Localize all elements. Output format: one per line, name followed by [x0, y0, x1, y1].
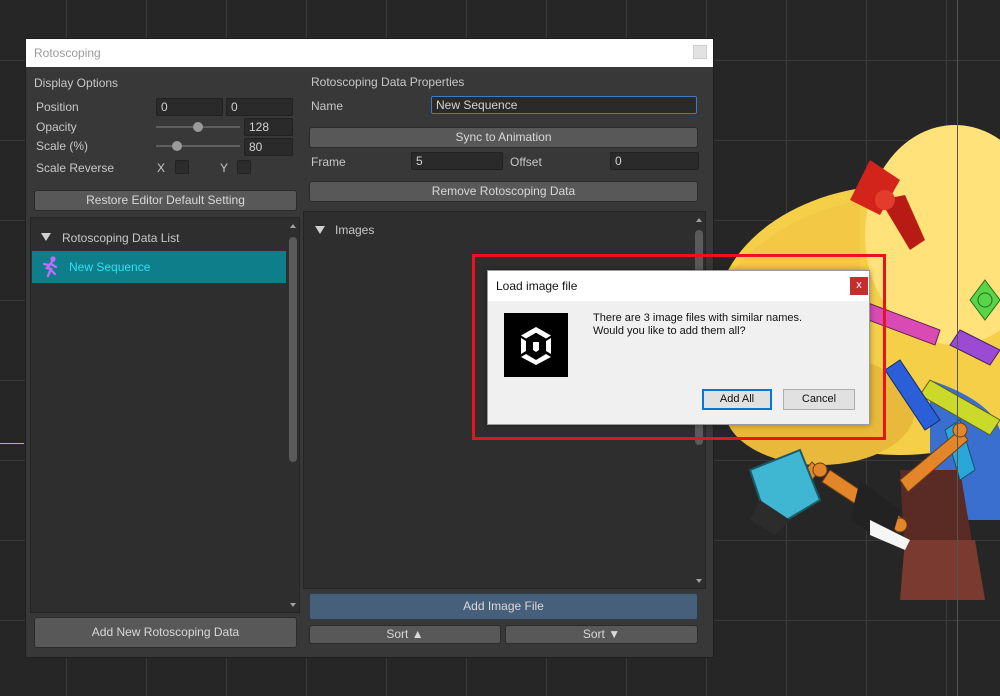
scene-grid-line [957, 0, 958, 696]
add-image-file-button[interactable]: Add Image File [309, 593, 698, 620]
remove-rotoscoping-data-button[interactable]: Remove Rotoscoping Data [309, 181, 698, 202]
scale-reverse-x-label: X [157, 161, 166, 175]
list-item-label: New Sequence [69, 260, 151, 274]
sort-ascending-button[interactable]: Sort ▲ [309, 625, 501, 644]
dialog-message-line2: Would you like to add them all? [593, 325, 746, 337]
sync-to-animation-button[interactable]: Sync to Animation [309, 127, 698, 148]
load-image-dialog: Load image file x There are 3 image file… [487, 270, 870, 425]
position-y-field[interactable]: 0 [226, 98, 293, 116]
unity-cube-icon [521, 327, 551, 365]
scale-label: Scale (%) [36, 139, 89, 153]
frame-label: Frame [311, 155, 346, 169]
opacity-label: Opacity [36, 120, 77, 134]
window-close-button[interactable] [693, 45, 707, 59]
unity-logo-icon [504, 313, 568, 377]
restore-default-button[interactable]: Restore Editor Default Setting [34, 190, 297, 211]
scale-reverse-x-checkbox[interactable] [175, 160, 189, 174]
opacity-slider-handle[interactable] [193, 122, 203, 132]
scale-reverse-label: Scale Reverse [36, 161, 115, 175]
images-header: Images [335, 223, 375, 237]
properties-header: Rotoscoping Data Properties [311, 75, 465, 89]
dialog-title: Load image file [496, 279, 578, 293]
scale-slider-track[interactable] [156, 145, 240, 147]
animation-sequence-icon [42, 256, 58, 278]
cancel-button[interactable]: Cancel [783, 389, 855, 410]
data-list-header: Rotoscoping Data List [62, 231, 180, 245]
offset-label: Offset [510, 155, 542, 169]
scene-guide-line [0, 443, 24, 444]
dialog-close-button[interactable]: x [850, 277, 868, 295]
character-legs [748, 448, 910, 550]
display-options-header: Display Options [34, 76, 119, 90]
scale-reverse-y-label: Y [220, 161, 229, 175]
scale-slider-handle[interactable] [172, 141, 182, 151]
sort-up-icon: ▲ [411, 627, 424, 641]
window-titlebar[interactable]: Rotoscoping [26, 39, 713, 67]
window-title: Rotoscoping [34, 46, 101, 60]
scale-reverse-y-checkbox[interactable] [237, 160, 251, 174]
sort-ascending-label: Sort [386, 627, 409, 641]
dialog-message-line1: There are 3 image files with similar nam… [593, 312, 803, 324]
sort-down-icon: ▼ [608, 627, 621, 641]
scale-value-field[interactable]: 80 [244, 138, 293, 156]
list-item[interactable]: New Sequence [32, 251, 286, 283]
collapse-triangle-icon[interactable] [41, 233, 51, 241]
name-field[interactable]: New Sequence [431, 96, 697, 114]
frame-field[interactable]: 5 [411, 152, 503, 170]
data-list-scrollbar[interactable] [289, 237, 297, 462]
images-scroll-down-icon[interactable] [696, 579, 702, 583]
add-all-button[interactable]: Add All [702, 389, 772, 410]
offset-field[interactable]: 0 [610, 152, 699, 170]
images-collapse-triangle-icon[interactable] [315, 226, 325, 234]
sort-descending-label: Sort [582, 627, 605, 641]
position-x-field[interactable]: 0 [156, 98, 223, 116]
images-scroll-up-icon[interactable] [696, 218, 702, 222]
add-rotoscoping-data-button[interactable]: Add New Rotoscoping Data [34, 617, 297, 648]
sort-descending-button[interactable]: Sort ▼ [505, 625, 698, 644]
scroll-down-icon[interactable] [290, 603, 296, 607]
scroll-up-icon[interactable] [290, 224, 296, 228]
position-label: Position [36, 100, 79, 114]
name-label: Name [311, 99, 344, 113]
dialog-message: There are 3 image files with similar nam… [593, 312, 802, 338]
dialog-titlebar[interactable]: Load image file x [488, 271, 869, 301]
opacity-value-field[interactable]: 128 [244, 118, 293, 136]
